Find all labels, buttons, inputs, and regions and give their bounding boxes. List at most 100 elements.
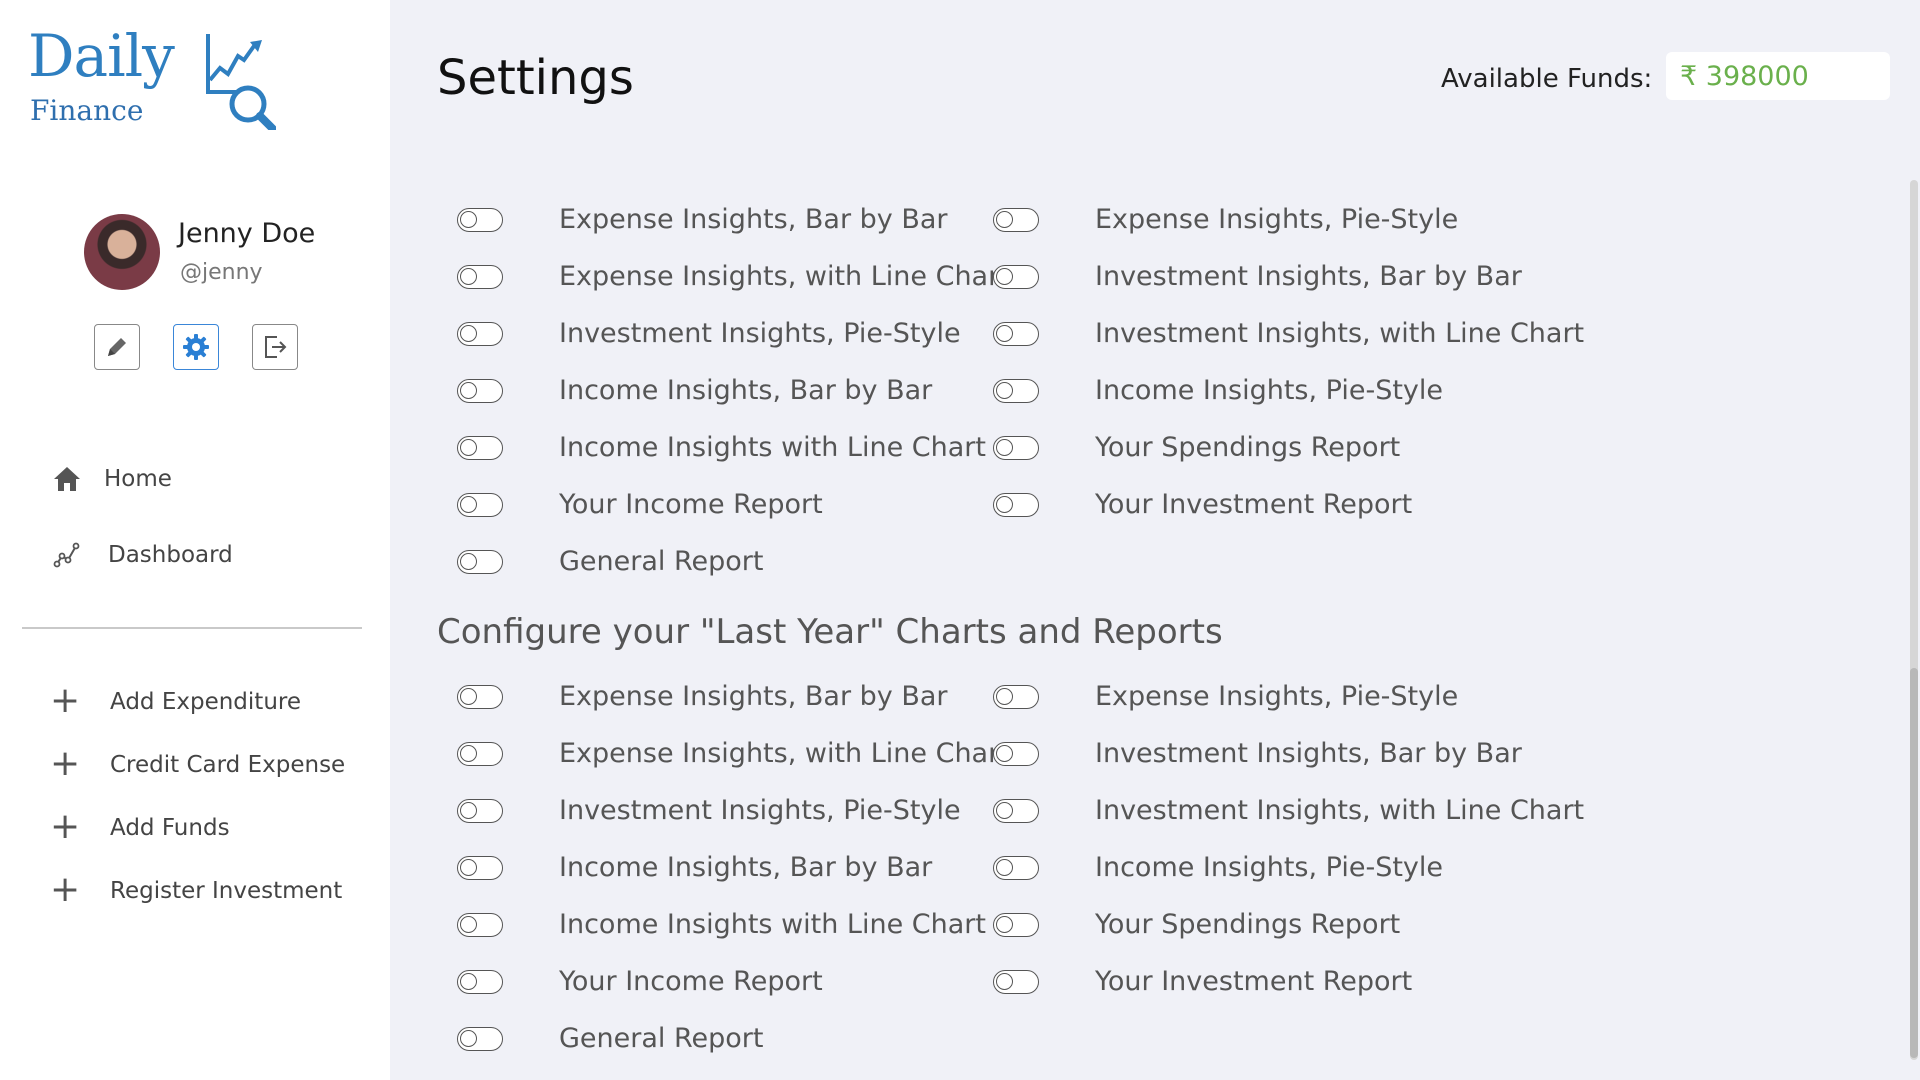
settings-toggle-row[interactable]: General Report <box>457 546 764 577</box>
brand-logo[interactable]: Daily Finance <box>28 22 278 132</box>
plus-icon: + <box>50 680 81 721</box>
register-investment-label: Register Investment <box>110 878 343 904</box>
toggle-switch[interactable] <box>457 549 503 574</box>
toggle-switch[interactable] <box>457 741 503 766</box>
settings-toggle-row[interactable]: Income Insights with Line Chart <box>457 432 986 463</box>
settings-button[interactable] <box>173 324 219 370</box>
settings-toggle-row[interactable]: Expense Insights, Bar by Bar <box>457 204 948 235</box>
credit-card-expense-button[interactable]: + Credit Card Expense <box>50 743 345 784</box>
settings-toggle-row[interactable]: Investment Insights, with Line Chart <box>993 318 1584 349</box>
toggle-label: Investment Insights, Pie-Style <box>559 795 961 826</box>
toggle-switch[interactable] <box>457 969 503 994</box>
toggle-switch[interactable] <box>457 492 503 517</box>
settings-toggle-row[interactable]: Investment Insights, with Line Chart <box>993 795 1584 826</box>
settings-toggle-row[interactable]: Income Insights, Bar by Bar <box>457 375 932 406</box>
toggle-label: Expense Insights, Bar by Bar <box>559 204 948 235</box>
toggle-switch[interactable] <box>457 207 503 232</box>
toggle-switch[interactable] <box>993 741 1039 766</box>
settings-toggle-row[interactable]: Investment Insights, Pie-Style <box>457 795 961 826</box>
settings-toggle-row[interactable]: Your Income Report <box>457 966 823 997</box>
toggle-switch[interactable] <box>993 684 1039 709</box>
settings-toggle-row[interactable]: Your Investment Report <box>993 489 1412 520</box>
page-title: Settings <box>437 50 634 106</box>
toggle-switch[interactable] <box>457 684 503 709</box>
toggle-switch[interactable] <box>993 321 1039 346</box>
add-expenditure-button[interactable]: + Add Expenditure <box>50 680 301 721</box>
toggle-label: Expense Insights, Bar by Bar <box>559 681 948 712</box>
toggle-label: Income Insights with Line Chart <box>559 909 986 940</box>
chart-magnifier-icon <box>206 34 276 130</box>
toggle-label: Expense Insights, Pie-Style <box>1095 681 1459 712</box>
toggle-label: Your Investment Report <box>1095 966 1413 997</box>
toggle-label: Investment Insights, with Line Chart <box>1095 795 1585 826</box>
toggle-label: Expense Insights, with Line Chart <box>559 738 1010 769</box>
pencil-icon <box>108 338 126 356</box>
register-investment-button[interactable]: + Register Investment <box>50 869 343 910</box>
toggle-switch[interactable] <box>457 378 503 403</box>
available-funds-value: ₹ 398000 <box>1666 52 1890 100</box>
settings-toggle-row[interactable]: Your Investment Report <box>993 966 1412 997</box>
toggle-label: Investment Insights, Bar by Bar <box>1095 261 1522 292</box>
settings-toggle-row[interactable]: Investment Insights, Bar by Bar <box>993 738 1522 769</box>
settings-toggle-row[interactable]: Expense Insights, Bar by Bar <box>457 681 948 712</box>
settings-toggle-row[interactable]: Income Insights, Pie-Style <box>993 852 1443 883</box>
logout-icon <box>265 336 287 358</box>
scrollbar-thumb[interactable] <box>1910 668 1918 1058</box>
settings-toggle-row[interactable]: Your Spendings Report <box>993 909 1400 940</box>
add-funds-button[interactable]: + Add Funds <box>50 806 230 847</box>
edit-profile-button[interactable] <box>94 324 140 370</box>
toggle-switch[interactable] <box>457 264 503 289</box>
toggle-label: Investment Insights, with Line Chart <box>1095 318 1585 349</box>
section-heading-last-year: Configure your "Last Year" Charts and Re… <box>437 612 1223 652</box>
toggle-switch[interactable] <box>457 321 503 346</box>
add-funds-label: Add Funds <box>110 815 230 841</box>
nav-dashboard[interactable]: Dashboard <box>50 538 233 572</box>
toggle-switch[interactable] <box>993 855 1039 880</box>
toggle-label: Your Income Report <box>559 489 823 520</box>
settings-toggle-row[interactable]: Expense Insights, Pie-Style <box>993 681 1458 712</box>
toggle-label: Investment Insights, Bar by Bar <box>1095 738 1522 769</box>
toggle-switch[interactable] <box>457 798 503 823</box>
toggle-switch[interactable] <box>993 435 1039 460</box>
settings-toggle-row[interactable]: Income Insights, Pie-Style <box>993 375 1443 406</box>
settings-toggle-row[interactable]: Your Income Report <box>457 489 823 520</box>
chart-line-icon <box>50 538 84 572</box>
toggle-label: Investment Insights, Pie-Style <box>559 318 961 349</box>
profile-name: Jenny Doe <box>178 218 316 249</box>
toggle-switch[interactable] <box>993 798 1039 823</box>
toggle-label: General Report <box>559 1023 764 1054</box>
toggle-switch[interactable] <box>993 264 1039 289</box>
toggle-label: Expense Insights, Pie-Style <box>1095 204 1459 235</box>
toggle-switch[interactable] <box>993 969 1039 994</box>
profile-handle: @jenny <box>180 260 263 285</box>
plus-icon: + <box>50 869 81 910</box>
settings-toggle-row[interactable]: Investment Insights, Bar by Bar <box>993 261 1522 292</box>
settings-toggle-row[interactable]: General Report <box>457 1023 764 1054</box>
plus-icon: + <box>50 743 81 784</box>
add-expenditure-label: Add Expenditure <box>110 689 301 715</box>
avatar[interactable] <box>84 214 160 290</box>
toggle-switch[interactable] <box>457 912 503 937</box>
toggle-switch[interactable] <box>457 435 503 460</box>
toggle-label: General Report <box>559 546 764 577</box>
toggle-label: Your Spendings Report <box>1095 432 1401 463</box>
toggle-switch[interactable] <box>993 207 1039 232</box>
settings-toggle-row[interactable]: Investment Insights, Pie-Style <box>457 318 961 349</box>
logout-button[interactable] <box>252 324 298 370</box>
settings-toggle-row[interactable]: Income Insights, Bar by Bar <box>457 852 932 883</box>
toggle-switch[interactable] <box>993 492 1039 517</box>
nav-dashboard-label: Dashboard <box>108 542 233 568</box>
nav-home[interactable]: Home <box>50 462 172 496</box>
settings-toggle-row[interactable]: Your Spendings Report <box>993 432 1400 463</box>
settings-toggle-row[interactable]: Expense Insights, Pie-Style <box>993 204 1458 235</box>
settings-toggle-row[interactable]: Expense Insights, with Line Chart <box>457 261 1010 292</box>
toggle-switch[interactable] <box>457 1026 503 1051</box>
toggle-switch[interactable] <box>993 912 1039 937</box>
toggle-label: Income Insights, Pie-Style <box>1095 375 1444 406</box>
plus-icon: + <box>50 806 81 847</box>
settings-toggle-row[interactable]: Expense Insights, with Line Chart <box>457 738 1010 769</box>
toggle-switch[interactable] <box>457 855 503 880</box>
settings-toggle-row[interactable]: Income Insights with Line Chart <box>457 909 986 940</box>
toggle-switch[interactable] <box>993 378 1039 403</box>
brand-name-bottom: Finance <box>30 94 144 127</box>
